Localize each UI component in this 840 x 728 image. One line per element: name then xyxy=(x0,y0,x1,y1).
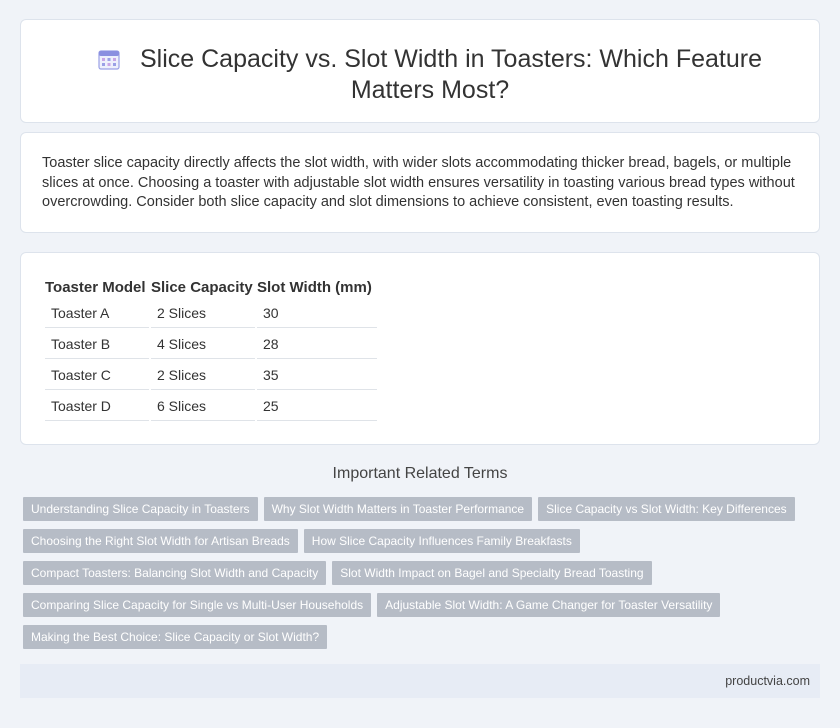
related-term-link[interactable]: Comparing Slice Capacity for Single vs M… xyxy=(23,593,372,617)
header-slot-width: Slot Width (mm) xyxy=(257,279,372,296)
related-term-link[interactable]: Slot Width Impact on Bagel and Specialty… xyxy=(332,561,652,585)
cell-capacity: 2 Slices xyxy=(151,299,255,328)
table-row: Toaster D 6 Slices 25 xyxy=(45,392,377,421)
related-terms-list: Understanding Slice Capacity in Toasters… xyxy=(23,497,813,657)
related-terms-heading: Important Related Terms xyxy=(332,465,508,482)
table-header-row: Toaster Model Slice Capacity Slot Width … xyxy=(45,279,377,297)
related-term-link[interactable]: Why Slot Width Matters in Toaster Perfor… xyxy=(263,497,533,521)
related-term-link[interactable]: Understanding Slice Capacity in Toasters xyxy=(23,497,258,521)
cell-slot-width: 35 xyxy=(257,361,377,390)
intro-paragraph: Toaster slice capacity directly affects … xyxy=(42,155,795,210)
tag-row: Making the Best Choice: Slice Capacity o… xyxy=(23,625,813,657)
tag-row: Choosing the Right Slot Width for Artisa… xyxy=(23,529,813,561)
cell-model: Toaster D xyxy=(45,392,149,421)
table-row: Toaster C 2 Slices 35 xyxy=(45,361,377,390)
table-row: Toaster A 2 Slices 30 xyxy=(45,299,377,328)
intro-card: Toaster slice capacity directly affects … xyxy=(20,132,820,233)
related-term-link[interactable]: Compact Toasters: Balancing Slot Width a… xyxy=(23,561,327,585)
comparison-table: Toaster Model Slice Capacity Slot Width … xyxy=(43,277,379,423)
cell-slot-width: 25 xyxy=(257,392,377,421)
cell-slot-width: 28 xyxy=(257,330,377,359)
title-card: Slice Capacity vs. Slot Width in Toaster… xyxy=(20,19,820,123)
header-model: Toaster Model xyxy=(45,279,146,296)
cell-model: Toaster C xyxy=(45,361,149,390)
cell-capacity: 2 Slices xyxy=(151,361,255,390)
related-term-link[interactable]: Slice Capacity vs Slot Width: Key Differ… xyxy=(538,497,795,521)
footer: productvia.com xyxy=(20,664,820,698)
header-capacity: Slice Capacity xyxy=(151,279,253,296)
related-term-link[interactable]: Adjustable Slot Width: A Game Changer fo… xyxy=(377,593,721,617)
table-row: Toaster B 4 Slices 28 xyxy=(45,330,377,359)
calendar-grid-icon xyxy=(98,48,120,70)
page-title: Slice Capacity vs. Slot Width in Toaster… xyxy=(140,45,762,104)
tag-row: Compact Toasters: Balancing Slot Width a… xyxy=(23,561,813,593)
cell-model: Toaster B xyxy=(45,330,149,359)
related-term-link[interactable]: How Slice Capacity Influences Family Bre… xyxy=(303,529,580,553)
related-term-link[interactable]: Making the Best Choice: Slice Capacity o… xyxy=(23,625,328,649)
footer-site-link[interactable]: productvia.com xyxy=(725,674,810,688)
cell-capacity: 6 Slices xyxy=(151,392,255,421)
cell-capacity: 4 Slices xyxy=(151,330,255,359)
tag-row: Comparing Slice Capacity for Single vs M… xyxy=(23,593,813,625)
tag-row: Understanding Slice Capacity in Toasters… xyxy=(23,497,813,529)
table-card: Toaster Model Slice Capacity Slot Width … xyxy=(20,252,820,445)
title-wrap: Slice Capacity vs. Slot Width in Toaster… xyxy=(61,44,799,106)
cell-model: Toaster A xyxy=(45,299,149,328)
related-term-link[interactable]: Choosing the Right Slot Width for Artisa… xyxy=(23,529,298,553)
cell-slot-width: 30 xyxy=(257,299,377,328)
